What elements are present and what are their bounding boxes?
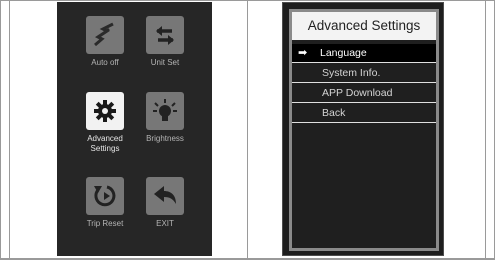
gear-icon (86, 92, 124, 130)
menu-item-system-info[interactable]: System Info. (292, 64, 436, 83)
menu-item-app-download[interactable]: APP Download (292, 84, 436, 103)
tile-label: Auto off (91, 58, 119, 67)
menu-item-language[interactable]: ➡ Language (292, 44, 436, 63)
settings-panel: Advanced Settings ➡ Language System Info… (289, 9, 439, 251)
tile-label: Brightness (146, 134, 184, 143)
tile-label: Trip Reset (86, 219, 124, 228)
menu-item-back[interactable]: Back (292, 104, 436, 123)
tile-trip-reset[interactable]: Trip Reset (76, 177, 134, 229)
page-divider (9, 0, 10, 260)
menu-item-label: Language (320, 47, 367, 59)
panel-title: Advanced Settings (292, 12, 436, 40)
back-arrow-icon (146, 177, 184, 215)
tile-brightness[interactable]: Brightness (136, 92, 194, 144)
tile-exit[interactable]: EXIT (136, 177, 194, 229)
page-divider (0, 258, 495, 259)
unit-set-icon (146, 16, 184, 54)
tile-label: Advanced Settings (87, 134, 123, 153)
brightness-icon (146, 92, 184, 130)
menu-item-label: Back (322, 107, 346, 119)
menu-item-label: APP Download (322, 87, 393, 99)
trip-reset-icon (86, 177, 124, 215)
tile-auto-off[interactable]: Auto off (76, 16, 134, 68)
selection-arrow-icon: ➡ (298, 47, 308, 59)
tile-unit-set[interactable]: Unit Set (136, 16, 194, 68)
menu-item-label: System Info. (322, 67, 381, 79)
tile-advanced-settings[interactable]: Advanced Settings (76, 92, 134, 154)
auto-off-icon (86, 16, 124, 54)
page-divider (247, 0, 248, 260)
tile-label: EXIT (156, 219, 174, 228)
advanced-settings-screen: Advanced Settings ➡ Language System Info… (282, 2, 444, 256)
page-divider (485, 0, 486, 260)
main-menu-screen: Auto off Unit Set Advanced Settings Brig… (57, 2, 212, 256)
tile-label: Unit Set (150, 58, 180, 67)
